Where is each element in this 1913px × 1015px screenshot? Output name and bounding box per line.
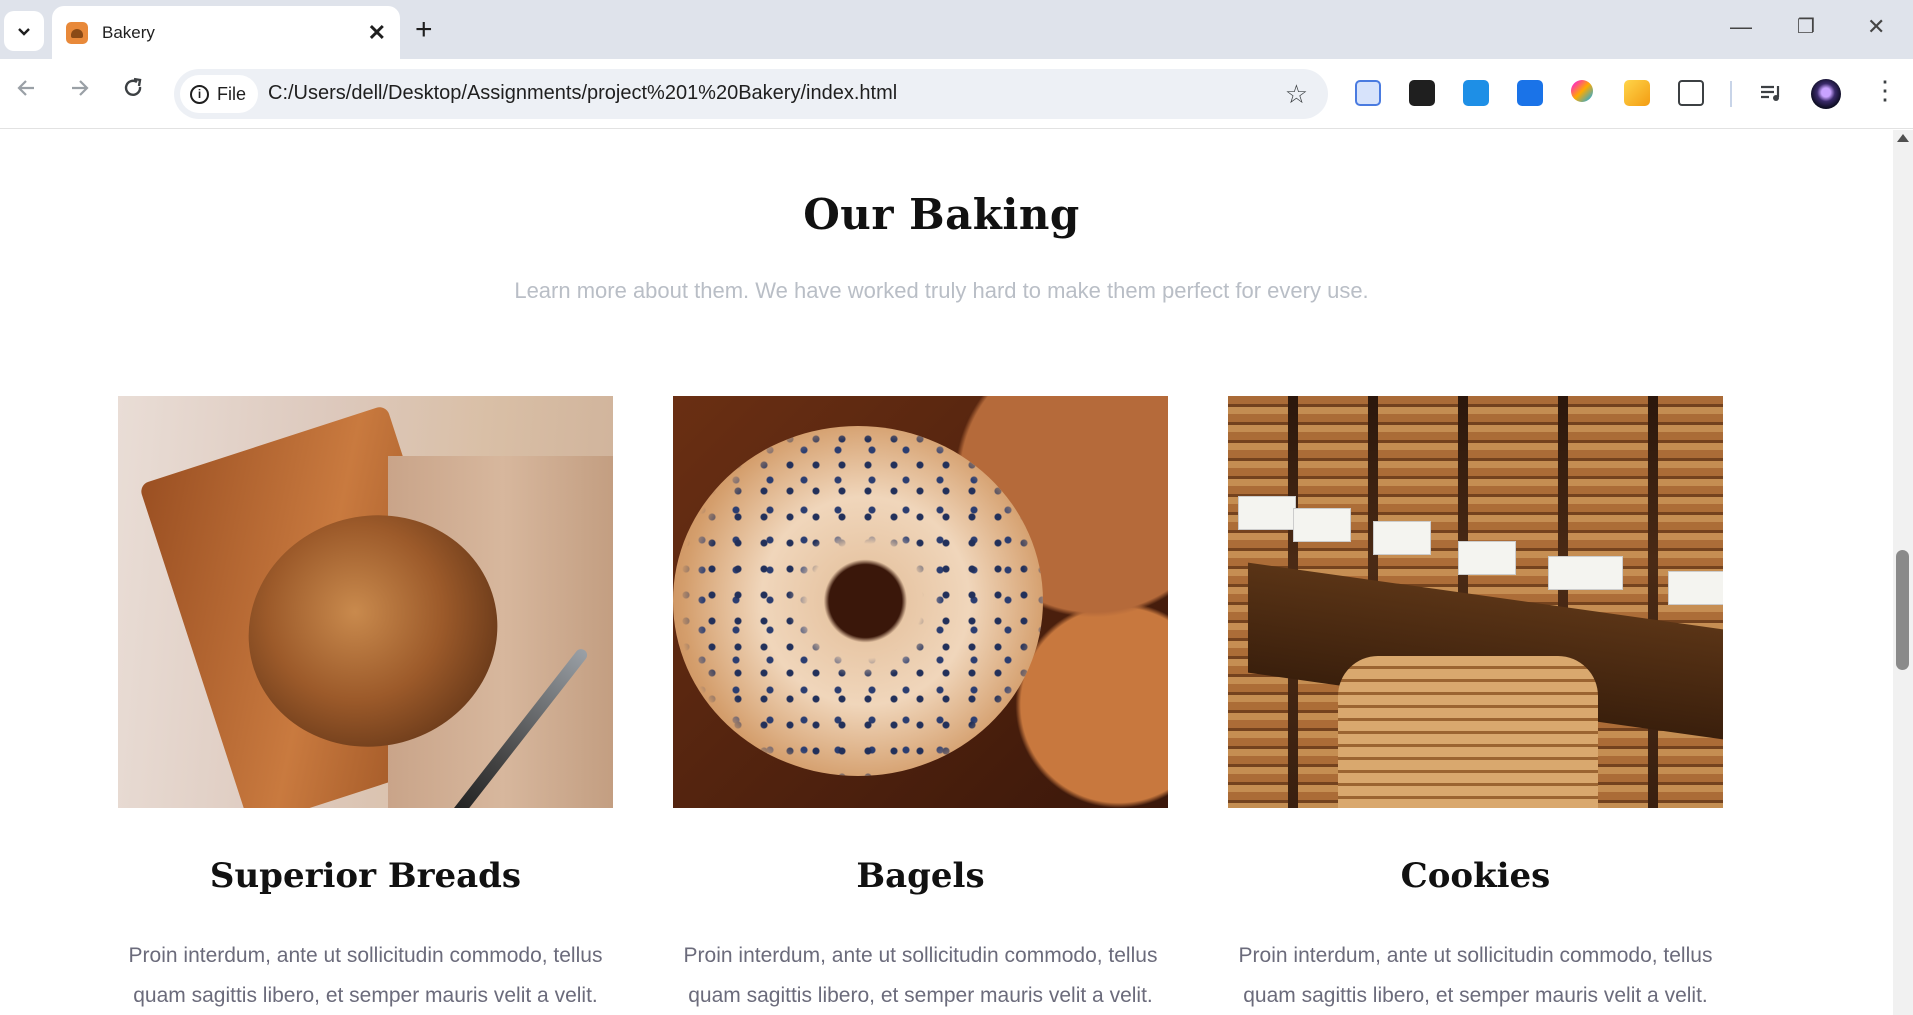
- bread-image: [118, 396, 613, 808]
- extension-icon-1[interactable]: [1355, 80, 1381, 106]
- card-text: Proin interdum, ante ut sollicitudin com…: [128, 944, 603, 1007]
- reload-icon: [124, 77, 142, 96]
- url-text[interactable]: C:/Users/dell/Desktop/Assignments/projec…: [268, 82, 897, 105]
- section-subtitle: Learn more about them. We have worked tr…: [514, 278, 1369, 303]
- browser-menu-icon[interactable]: ⋮: [1872, 75, 1898, 106]
- product-card-breads: Superior Breads Proin interdum, ante ut …: [118, 396, 613, 1015]
- card-title: Bagels: [856, 856, 985, 896]
- card-text: Proin interdum, ante ut sollicitudin com…: [683, 944, 1158, 1007]
- tab-bar: Bakery ✕ + — ❐ ✕: [0, 0, 1913, 59]
- extensions-puzzle-icon[interactable]: [1678, 80, 1704, 106]
- close-window-button[interactable]: ✕: [1867, 14, 1885, 40]
- restore-button[interactable]: ❐: [1797, 14, 1815, 39]
- address-bar[interactable]: i File C:/Users/dell/Desktop/Assignments…: [174, 69, 1328, 119]
- tab-title: Bakery: [102, 22, 155, 42]
- download-extension-icon[interactable]: [1517, 80, 1543, 106]
- scroll-up-arrow-icon[interactable]: [1897, 134, 1909, 142]
- site-info-chip[interactable]: i File: [180, 75, 258, 113]
- cookies-image: [1228, 396, 1723, 808]
- font-extension-icon[interactable]: [1409, 80, 1435, 106]
- minimize-button[interactable]: —: [1730, 14, 1752, 40]
- bagel-image: [673, 396, 1168, 808]
- page-scrollbar[interactable]: [1893, 130, 1913, 1015]
- toolbar-divider: [1730, 81, 1732, 107]
- product-card-cookies: Cookies Proin interdum, ante ut sollicit…: [1228, 396, 1723, 1015]
- browser-toolbar: i File C:/Users/dell/Desktop/Assignments…: [0, 59, 1913, 129]
- product-card-bagels: Bagels Proin interdum, ante ut sollicitu…: [673, 396, 1168, 1015]
- card-text: Proin interdum, ante ut sollicitudin com…: [1238, 944, 1713, 1007]
- highlighter-extension-icon[interactable]: [1624, 80, 1650, 106]
- arrow-left-icon: [17, 80, 34, 96]
- bakery-favicon-icon: [66, 21, 88, 44]
- file-label: File: [217, 83, 247, 104]
- bookmark-star-icon[interactable]: ☆: [1285, 79, 1308, 110]
- browser-tab[interactable]: Bakery ✕: [52, 6, 400, 59]
- media-control-icon[interactable]: [1758, 80, 1784, 106]
- new-tab-button[interactable]: +: [415, 13, 433, 47]
- card-title: Superior Breads: [209, 856, 522, 896]
- reload-button[interactable]: [120, 75, 146, 108]
- color-picker-extension-icon[interactable]: [1571, 80, 1593, 102]
- section-title: Our Baking: [803, 190, 1080, 239]
- chevron-down-icon: [18, 28, 30, 36]
- back-button[interactable]: [14, 75, 40, 108]
- forward-button[interactable]: [66, 75, 92, 108]
- card-title: Cookies: [1400, 856, 1551, 896]
- info-icon: i: [190, 84, 209, 104]
- scrollbar-thumb[interactable]: [1896, 550, 1909, 670]
- page-viewport: Our Baking Learn more about them. We hav…: [0, 130, 1893, 1015]
- tab-search-button[interactable]: [4, 11, 44, 51]
- profile-avatar[interactable]: [1811, 79, 1841, 109]
- drop-extension-icon[interactable]: [1463, 80, 1489, 106]
- arrow-right-icon: [72, 80, 89, 96]
- tab-close-button[interactable]: ✕: [368, 20, 386, 46]
